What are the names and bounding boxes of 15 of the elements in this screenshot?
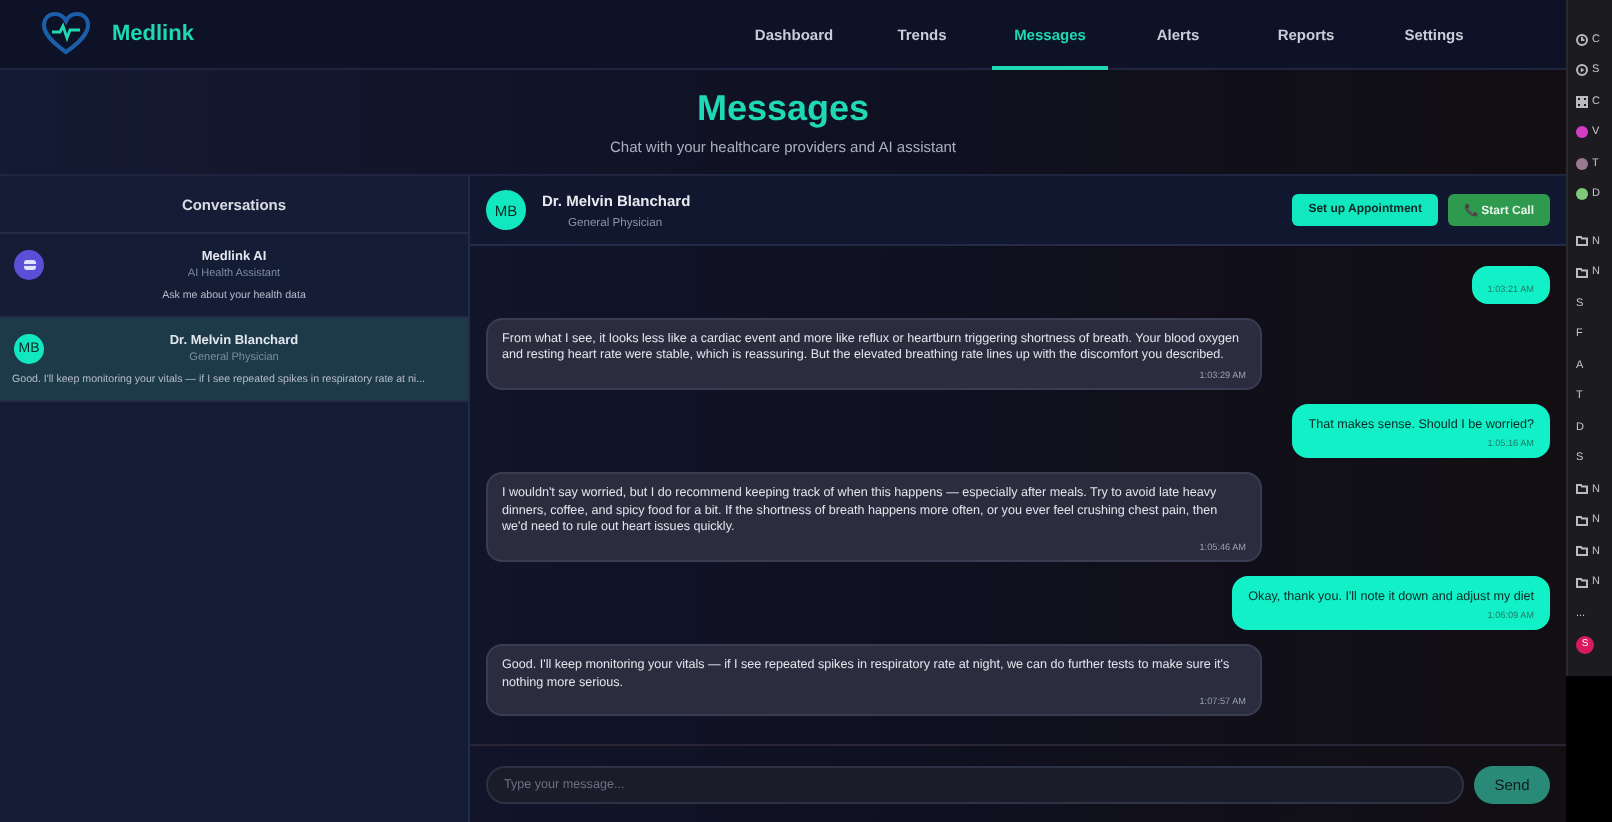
folder-icon[interactable] [1576,577,1588,588]
brand-name[interactable]: Medlink [112,22,194,46]
grid-icon[interactable] [1576,95,1588,108]
folder-icon[interactable] [1576,267,1588,278]
clock-icon[interactable] [1576,33,1588,46]
folder-icon[interactable] [1576,515,1588,526]
play-icon[interactable] [1576,64,1588,77]
site-icon[interactable] [1576,188,1588,201]
folder-icon[interactable] [1576,236,1588,247]
folder-icon[interactable] [1576,484,1588,495]
folder-icon[interactable] [1576,546,1588,557]
page-title: Messages [696,88,870,130]
site-icon[interactable] [1576,157,1588,170]
heart-pulse-logo-icon [40,10,92,58]
site-icon[interactable] [1576,126,1588,139]
